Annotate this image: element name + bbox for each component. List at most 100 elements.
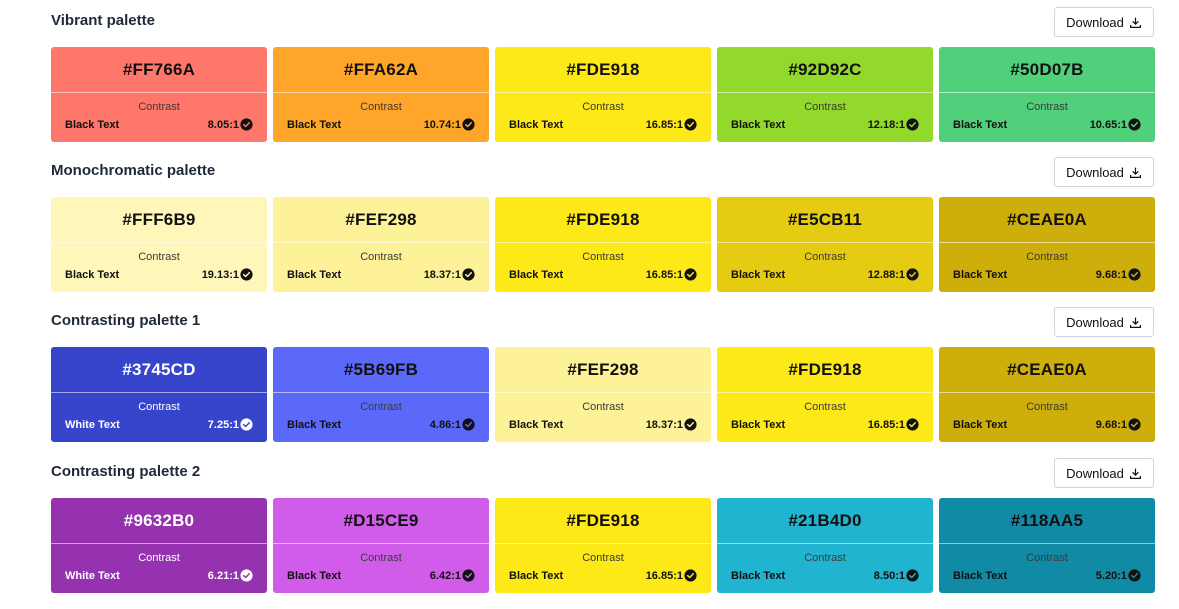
contrast-label: Contrast (1026, 401, 1068, 413)
color-swatch[interactable]: #E5CB11 Contrast Black Text 12.88:1 (717, 197, 933, 292)
contrast-ratio-value: 10.74:1 (423, 118, 461, 131)
contrast-label: Contrast (1026, 552, 1068, 564)
check-circle-icon (462, 569, 475, 582)
contrast-ratio: 12.88:1 (868, 268, 919, 281)
contrast-ratio: 6.21:1 (208, 569, 253, 582)
swatch-contrast-info: Contrast Black Text 18.37:1 (495, 393, 711, 442)
download-button[interactable]: Download (1054, 458, 1154, 488)
swatch-hex: #FDE918 (566, 59, 640, 79)
color-swatch[interactable]: #FDE918 Contrast Black Text 16.85:1 (717, 347, 933, 442)
palette-header: Contrasting palette 2 Download (51, 458, 1154, 488)
contrast-ratio-value: 7.25:1 (207, 418, 239, 431)
palette-section: Contrasting palette 2 Download #9632B0 C… (51, 458, 1155, 593)
contrast-ratio: 18.37:1 (424, 268, 475, 281)
swatch-contrast-info: Contrast Black Text 8.05:1 (51, 93, 267, 142)
swatch-hex: #FEF298 (567, 359, 639, 379)
swatch-hex: #FDE918 (566, 510, 640, 530)
color-swatch[interactable]: #FEF298 Contrast Black Text 18.37:1 (495, 347, 711, 442)
contrast-ratio: 10.74:1 (424, 118, 475, 131)
contrast-ratio-value: 18.37:1 (423, 268, 461, 281)
color-swatch[interactable]: #CEAE0A Contrast Black Text 9.68:1 (939, 347, 1155, 442)
color-swatch[interactable]: #D15CE9 Contrast Black Text 6.42:1 (273, 498, 489, 593)
contrast-ratio: 16.85:1 (646, 268, 697, 281)
palette-title: Contrasting palette 1 (51, 312, 201, 329)
text-type-label: Black Text (509, 119, 564, 131)
swatch-contrast-info: Contrast Black Text 16.85:1 (717, 393, 933, 442)
swatch-contrast-info: Contrast Black Text 5.20:1 (939, 544, 1155, 593)
swatch-hex: #FDE918 (788, 359, 862, 379)
color-swatch[interactable]: #CEAE0A Contrast Black Text 9.68:1 (939, 197, 1155, 292)
contrast-ratio-value: 16.85:1 (645, 569, 683, 582)
color-swatch[interactable]: #50D07B Contrast Black Text 10.65:1 (939, 47, 1155, 142)
palette-section: Vibrant palette Download #FF766A Contras… (51, 7, 1155, 142)
contrast-label: Contrast (360, 101, 402, 113)
check-circle-icon (1128, 418, 1141, 431)
palette-title: Vibrant palette (51, 12, 155, 29)
contrast-ratio-value: 5.20:1 (1095, 569, 1127, 582)
text-type-label: Black Text (287, 570, 342, 582)
text-type-label: Black Text (953, 269, 1008, 281)
color-swatch[interactable]: #FEF298 Contrast Black Text 18.37:1 (273, 197, 489, 292)
download-label: Download (1066, 465, 1124, 481)
contrast-label: Contrast (1026, 251, 1068, 263)
text-type-label: Black Text (731, 119, 786, 131)
color-swatch[interactable]: #9632B0 Contrast White Text 6.21:1 (51, 498, 267, 593)
color-swatch[interactable]: #FFF6B9 Contrast Black Text 19.13:1 (51, 197, 267, 292)
download-button[interactable]: Download (1054, 7, 1154, 37)
check-circle-icon (240, 569, 253, 582)
swatch-hex: #FDE918 (566, 209, 640, 229)
contrast-ratio: 16.85:1 (646, 118, 697, 131)
color-swatch[interactable]: #5B69FB Contrast Black Text 4.86:1 (273, 347, 489, 442)
swatch-contrast-info: Contrast Black Text 18.37:1 (273, 243, 489, 292)
swatch-hex: #FFF6B9 (122, 209, 196, 229)
color-swatch[interactable]: #3745CD Contrast White Text 7.25:1 (51, 347, 267, 442)
text-type-label: Black Text (731, 269, 786, 281)
color-swatch[interactable]: #FF766A Contrast Black Text 8.05:1 (51, 47, 267, 142)
download-button[interactable]: Download (1054, 157, 1154, 187)
contrast-ratio-value: 8.50:1 (873, 569, 905, 582)
contrast-label: Contrast (138, 251, 180, 263)
contrast-ratio: 5.20:1 (1096, 569, 1141, 582)
check-circle-icon (1128, 569, 1141, 582)
color-swatch[interactable]: #21B4D0 Contrast Black Text 8.50:1 (717, 498, 933, 593)
color-swatch[interactable]: #92D92C Contrast Black Text 12.18:1 (717, 47, 933, 142)
contrast-ratio: 7.25:1 (208, 418, 253, 431)
check-circle-icon (1128, 268, 1141, 281)
contrast-label: Contrast (360, 401, 402, 413)
color-swatch[interactable]: #FDE918 Contrast Black Text 16.85:1 (495, 197, 711, 292)
swatch-contrast-info: Contrast Black Text 19.13:1 (51, 243, 267, 292)
color-swatch[interactable]: #FDE918 Contrast Black Text 16.85:1 (495, 47, 711, 142)
contrast-label: Contrast (582, 101, 624, 113)
text-type-label: Black Text (287, 269, 342, 281)
check-circle-icon (1128, 118, 1141, 131)
contrast-label: Contrast (138, 101, 180, 113)
contrast-ratio-value: 9.68:1 (1095, 268, 1127, 281)
color-swatch[interactable]: #FFA62A Contrast Black Text 10.74:1 (273, 47, 489, 142)
palette-section: Monochromatic palette Download #FFF6B9 C… (51, 157, 1155, 292)
swatch-hex: #D15CE9 (343, 510, 419, 530)
contrast-label: Contrast (360, 552, 402, 564)
contrast-ratio: 8.50:1 (874, 569, 919, 582)
check-circle-icon (906, 418, 919, 431)
check-circle-icon (684, 418, 697, 431)
contrast-label: Contrast (582, 401, 624, 413)
contrast-ratio: 6.42:1 (430, 569, 475, 582)
swatch-row: #FF766A Contrast Black Text 8.05:1 #FFA6… (51, 47, 1155, 142)
contrast-label: Contrast (582, 251, 624, 263)
contrast-ratio: 16.85:1 (646, 569, 697, 582)
swatch-contrast-info: Contrast Black Text 16.85:1 (495, 544, 711, 593)
color-swatch[interactable]: #FDE918 Contrast Black Text 16.85:1 (495, 498, 711, 593)
contrast-ratio-value: 10.65:1 (1089, 118, 1127, 131)
swatch-hex: #CEAE0A (1007, 209, 1087, 229)
contrast-ratio-value: 12.88:1 (867, 268, 905, 281)
contrast-label: Contrast (804, 552, 846, 564)
color-swatch[interactable]: #118AA5 Contrast Black Text 5.20:1 (939, 498, 1155, 593)
check-circle-icon (906, 268, 919, 281)
download-button[interactable]: Download (1054, 307, 1154, 337)
download-icon (1129, 468, 1141, 479)
check-circle-icon (462, 118, 475, 131)
swatch-hex: #E5CB11 (787, 209, 863, 229)
contrast-ratio-value: 9.68:1 (1095, 418, 1127, 431)
swatch-contrast-info: Contrast Black Text 10.74:1 (273, 93, 489, 142)
text-type-label: Black Text (509, 570, 564, 582)
